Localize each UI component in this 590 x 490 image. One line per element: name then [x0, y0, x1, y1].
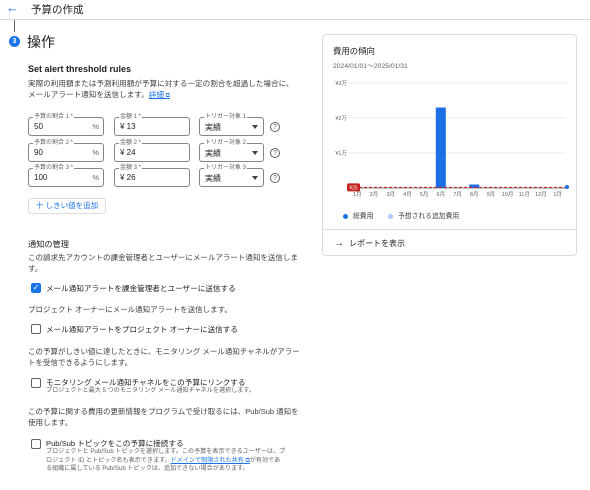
help-icon[interactable]: ? — [270, 122, 280, 132]
notifications-intro: この請求先アカウントの課金管理者とユーザーにメールアラート通知を送信します。 — [28, 253, 298, 273]
field-value: ¥ 13 — [120, 122, 136, 131]
view-report-link[interactable]: → レポートを表示 — [334, 238, 405, 249]
cost-bar — [435, 107, 446, 188]
arrow-left-icon[interactable]: ← — [6, 1, 19, 15]
page-title: 予算の作成 — [31, 4, 84, 16]
budget-marker-label: ¥25 — [349, 185, 358, 191]
legend-dot — [388, 213, 393, 219]
cost-trend-chart: ¥3万¥2万¥1万1月 2月 3月 4月 5月 6月 7月 8月 9月 10月 11月 12月 1月¥2… — [335, 80, 569, 198]
y-tick-label: ¥1万 — [335, 150, 347, 157]
cost-trend-range: 2024/01/01〜2025/01/31 — [333, 63, 408, 70]
notifications-title: 通知の管理 — [28, 240, 69, 249]
x-tick-label: 11月 — [519, 191, 530, 198]
budget-percent-field-1[interactable]: 予算の割合 1 * 50 % — [28, 113, 104, 136]
percent-suffix: % — [92, 122, 99, 131]
email-owners-checkbox[interactable] — [31, 324, 41, 334]
monitoring-sub: プロジェクトと最大 5 つのモニタリング メール通知チャネルを選択します。 — [46, 387, 255, 394]
x-tick-label: 9月 — [487, 191, 496, 198]
field-value: 100 — [34, 173, 48, 182]
amount-field-3[interactable]: 金額 3 * ¥ 26 — [114, 164, 190, 187]
view-report-label: レポートを表示 — [349, 239, 405, 248]
field-value: 実績 — [205, 174, 221, 183]
field-label: 金額 2 * — [119, 139, 143, 147]
series-end-dot — [565, 185, 569, 189]
x-tick-label: 1月 — [353, 191, 362, 198]
pubsub-sub: プロジェクトと Pub/Sub トピックを選択します。この予算を表示できるユーザ… — [46, 448, 286, 474]
x-tick-label: 2月 — [370, 191, 379, 198]
add-threshold-button[interactable]: 十 しきい値を追加 — [28, 198, 106, 214]
trigger-select-1[interactable]: トリガー対象 1 実績 — [199, 113, 264, 136]
domain-restricted-sharing-label: ドメインで制限された共有 — [170, 456, 244, 464]
field-value: 90 — [34, 148, 43, 157]
y-tick-label: ¥3万 — [335, 80, 347, 87]
external-link-icon: ⧉ — [163, 93, 170, 99]
x-tick-label: 4月 — [403, 191, 412, 198]
field-value: ¥ 26 — [120, 173, 136, 182]
owners-text: プロジェクト オーナーにメール通知アラートを送信します。 — [28, 305, 232, 314]
dropdown-caret-icon — [252, 176, 258, 180]
field-value: 実績 — [205, 123, 221, 132]
field-label: 予算の割合 2 * — [33, 139, 75, 147]
x-tick-label: 6月 — [437, 191, 446, 198]
monitoring-text: この予算がしきい値に達したときに、モニタリング メール通知チャネルがアラートを受… — [28, 347, 300, 367]
x-tick-label: 12月 — [535, 191, 547, 198]
step-title: 操作 — [27, 34, 55, 50]
field-label: 金額 1 * — [119, 113, 143, 121]
field-label: トリガー対象 1 — [204, 113, 248, 121]
email-admins-label[interactable]: メール通知アラートを課金管理者とユーザーに送信する — [46, 283, 236, 294]
field-label: 金額 3 * — [119, 164, 143, 172]
field-value: ¥ 24 — [120, 148, 136, 157]
email-owners-label[interactable]: メール通知アラートをプロジェクト オーナーに送信する — [46, 324, 238, 335]
trigger-select-2[interactable]: トリガー対象 2 実績 — [199, 139, 264, 162]
field-label: トリガー対象 3 — [204, 164, 248, 172]
legend-dot — [343, 213, 348, 219]
details-link-label: 詳細 — [148, 90, 164, 99]
x-tick-label: 3月 — [386, 191, 395, 198]
card-divider — [323, 229, 576, 230]
details-link[interactable]: 詳細 ⧉ — [149, 90, 170, 99]
pubsub-checkbox[interactable] — [31, 439, 41, 449]
y-tick-label: ¥2万 — [335, 115, 347, 122]
step-number-badge: 3 — [9, 36, 20, 47]
field-value: 50 — [34, 122, 43, 131]
arrow-right-icon: → — [334, 238, 344, 249]
budget-percent-field-2[interactable]: 予算の割合 2 * 90 % — [28, 139, 104, 162]
trigger-select-3[interactable]: トリガー対象 3 実績 — [199, 164, 264, 187]
monitoring-checkbox[interactable] — [31, 378, 41, 388]
dropdown-caret-icon — [252, 125, 258, 129]
pubsub-text: この予算に関する費用の更新情報をプログラムで受け取るには、Pub/Sub 通知を… — [28, 407, 299, 427]
legend-item-total: 総費用 — [343, 210, 373, 220]
x-tick-label: 8月 — [470, 191, 479, 198]
help-icon[interactable]: ? — [270, 148, 280, 158]
email-admins-checkbox[interactable]: ✓ — [31, 283, 41, 293]
field-label: 予算の割合 1 * — [33, 113, 75, 121]
x-tick-label: 7月 — [453, 191, 462, 198]
cost-trend-title: 費用の傾向 — [333, 46, 375, 56]
legend-item-forecast: 予想される追加費用 — [388, 210, 459, 220]
domain-restricted-sharing-link[interactable]: ドメインで制限された共有 ⧉ — [171, 457, 250, 464]
percent-suffix: % — [92, 173, 99, 182]
checkmark-icon: ✓ — [32, 283, 40, 292]
threshold-description: 実際の利用額または予測利用額が予算に対する一定の割合を超過した場合に、メールアラ… — [28, 78, 300, 102]
top-bar: ← 予算の作成 — [0, 0, 590, 20]
legend-label: 総費用 — [353, 213, 374, 220]
field-label: 予算の割合 3 * — [33, 164, 75, 172]
cost-trend-card: 費用の傾向 2024/01/01〜2025/01/31 ¥3万 ¥2万 ¥1万 1月 2… — [322, 34, 577, 256]
budget-percent-field-3[interactable]: 予算の割合 3 * 100 % — [28, 164, 104, 187]
stepper-line — [14, 20, 15, 32]
x-tick-label: 5月 — [420, 191, 429, 198]
percent-suffix: % — [92, 148, 99, 157]
threshold-section-title: Set alert threshold rules — [28, 64, 132, 74]
x-tick-label: 1月 — [553, 191, 562, 198]
dropdown-caret-icon — [252, 151, 258, 155]
help-icon[interactable]: ? — [270, 173, 280, 183]
amount-field-1[interactable]: 金額 1 * ¥ 13 — [114, 113, 190, 136]
field-value: 実績 — [205, 149, 221, 158]
legend-label: 予想される追加費用 — [398, 213, 460, 220]
amount-field-2[interactable]: 金額 2 * ¥ 24 — [114, 139, 190, 162]
x-tick-label: 10月 — [502, 191, 514, 198]
field-label: トリガー対象 2 — [204, 139, 248, 147]
